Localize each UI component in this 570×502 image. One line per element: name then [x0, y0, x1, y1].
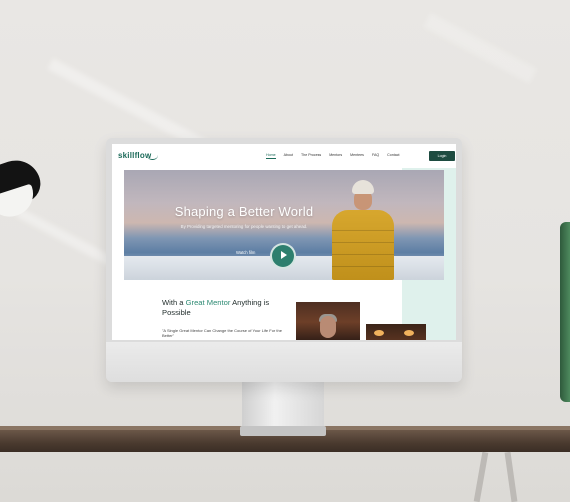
hero-banner: Shaping a Better World By Providing targ…: [124, 170, 444, 280]
cactus-plant: [560, 222, 570, 402]
monitor-stand-base: [240, 426, 326, 436]
pendant-light: [404, 330, 414, 336]
monitor-chin: [106, 342, 462, 382]
mentor-face: [320, 316, 336, 338]
hero-title: Shaping a Better World: [174, 204, 314, 219]
site-header: skillflow Home About The Process Mentors…: [112, 144, 456, 168]
nav-item-mentors[interactable]: Mentors: [329, 153, 342, 159]
beanie: [352, 180, 374, 194]
section-subtitle: "A Single Great Mentor Can Change the Co…: [162, 328, 282, 338]
shelf-leg: [504, 451, 518, 502]
nav-item-contact[interactable]: Contact: [387, 153, 399, 159]
nav-item-faq[interactable]: FAQ: [372, 153, 379, 159]
jacket: [332, 210, 394, 280]
logo-mark-icon: [147, 155, 158, 160]
monitor: skillflow Home About The Process Mentors…: [106, 138, 462, 382]
section-title-prefix: With a: [162, 298, 186, 307]
section-title-highlight: Great Mentor: [185, 298, 231, 307]
nav-item-home[interactable]: Home: [266, 153, 276, 159]
section-title: With a Great Mentor Anything is Possible: [162, 298, 292, 318]
pendant-light: [374, 330, 384, 336]
play-icon[interactable]: [270, 243, 296, 269]
login-button[interactable]: Login: [429, 151, 455, 161]
nav-item-the-process[interactable]: The Process: [301, 153, 321, 159]
interior-photo: [366, 324, 426, 340]
nav-item-mentees[interactable]: Mentees: [350, 153, 364, 159]
mentor-photo: [296, 302, 360, 340]
monitor-screen: skillflow Home About The Process Mentors…: [112, 144, 456, 340]
site-nav: Home About The Process Mentors Mentees F…: [266, 153, 400, 159]
wall-light-streak: [423, 12, 537, 84]
watch-film-label[interactable]: Watch film: [236, 250, 255, 255]
monitor-stand: [242, 382, 324, 432]
hero-subtitle: By Providing targeted mentoring for peop…: [180, 224, 308, 229]
shelf-leg: [473, 451, 489, 502]
nav-item-about[interactable]: About: [284, 153, 293, 159]
